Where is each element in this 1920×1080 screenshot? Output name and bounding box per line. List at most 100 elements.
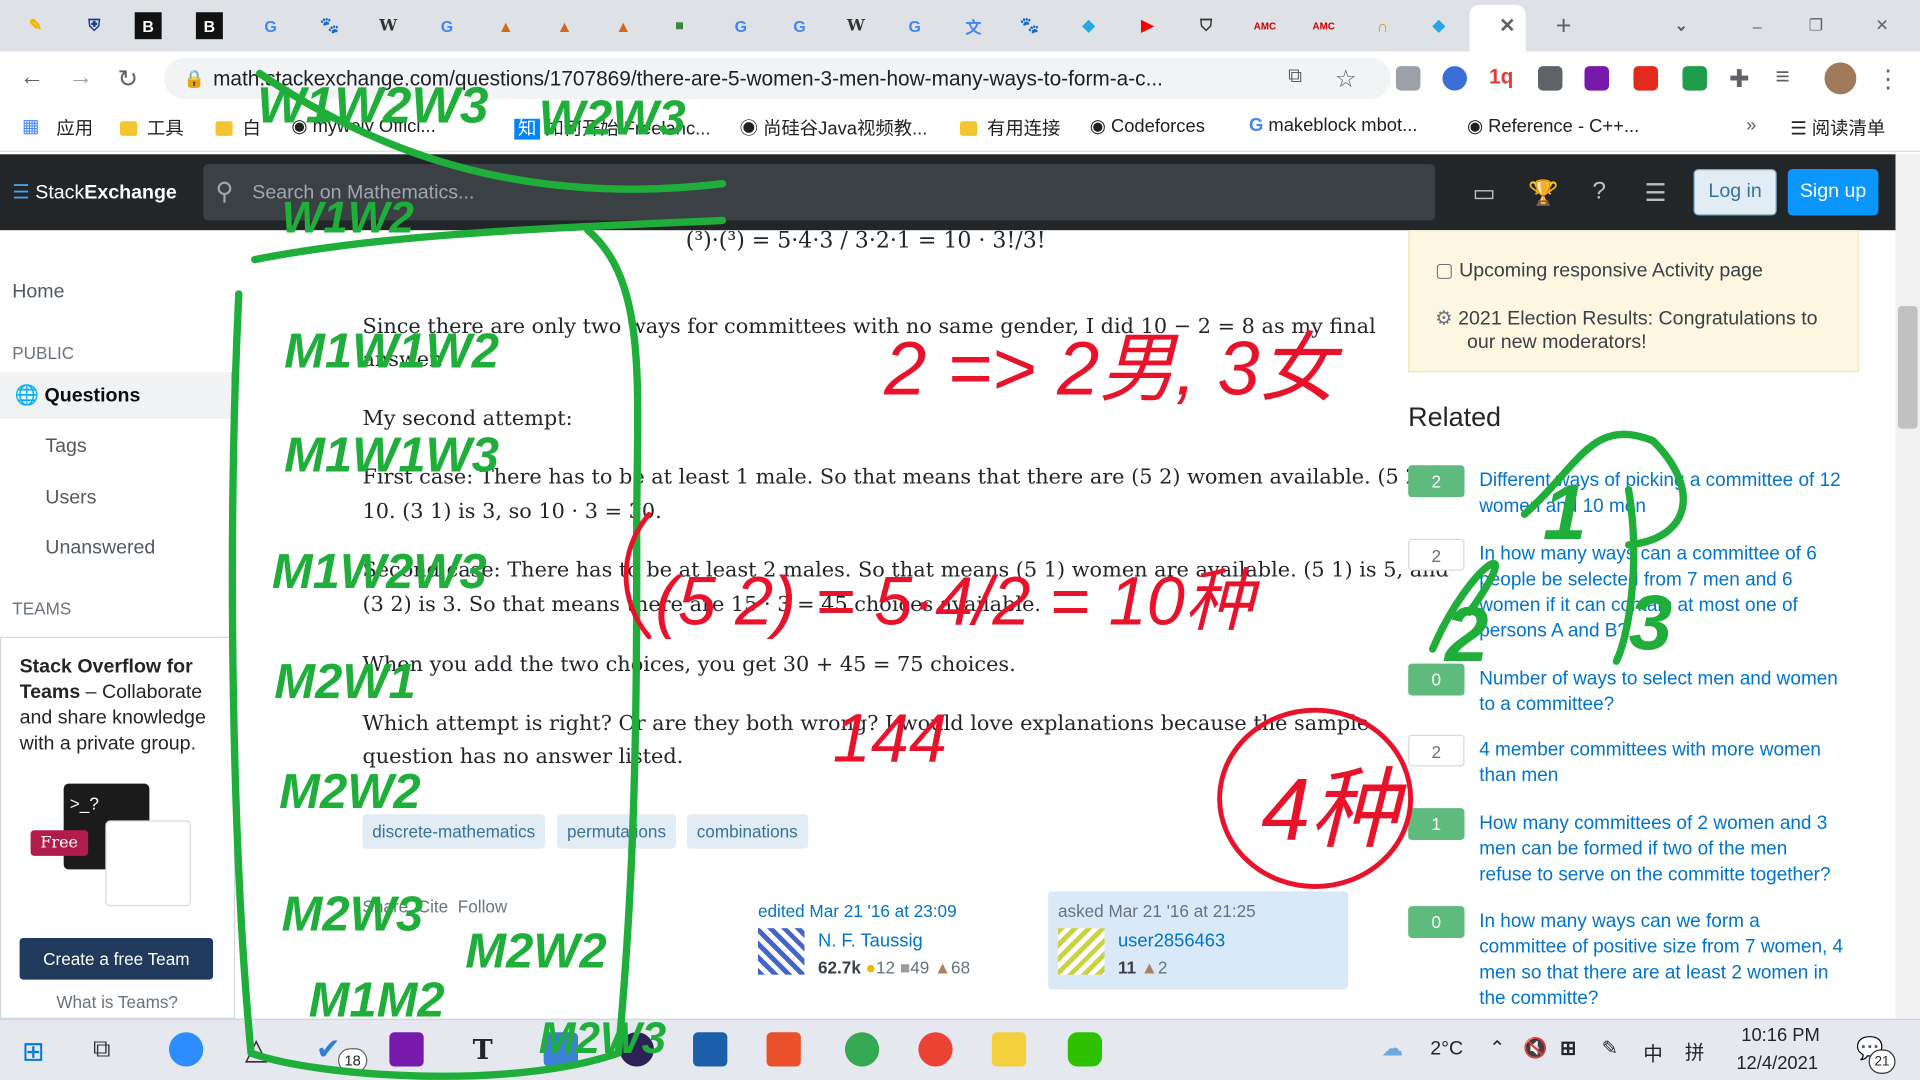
ext-pdf-icon[interactable] — [1633, 66, 1658, 91]
bookmark-java[interactable]: ◉ 尚硅谷Java视频教... — [740, 115, 928, 141]
ext-1q-icon[interactable]: 1q — [1489, 65, 1513, 89]
related-question-link[interactable]: refuse to serve on the committe together… — [1479, 862, 1861, 888]
editor-avatar[interactable] — [757, 928, 805, 975]
related-question-link[interactable]: women if it can contain at most one of — [1479, 593, 1861, 619]
notice-item-1[interactable]: ▢ Upcoming responsive Activity page — [1435, 258, 1763, 282]
unity-icon[interactable]: ◬ — [245, 1032, 268, 1068]
file-explorer-icon[interactable] — [543, 1032, 578, 1067]
related-question-link[interactable]: How many committees of 2 women and 3 — [1479, 811, 1861, 837]
related-question-link[interactable]: men can be formed if two of the men — [1479, 836, 1861, 862]
task-view-icon[interactable]: ⧉ — [93, 1036, 110, 1064]
editor-name[interactable]: N. F. Taussig — [818, 931, 923, 952]
related-question-link[interactable]: In how many ways can a committee of 6 — [1479, 541, 1861, 567]
bookmark-reference[interactable]: ◉ Reference - C++... — [1467, 115, 1639, 137]
reading-list[interactable]: ☰ 阅读清单 — [1790, 115, 1885, 141]
tab-shield-icon[interactable]: ⛨ — [76, 7, 113, 44]
tab-google-icon[interactable]: G — [252, 7, 289, 44]
extensions-icon[interactable]: ✚ — [1729, 64, 1750, 95]
tab-pencil-icon[interactable]: ✎ — [17, 7, 54, 44]
tab-youtube-icon[interactable]: ▶ — [1129, 7, 1166, 44]
bookmark-makeblock[interactable]: G makeblock mbot... — [1249, 115, 1417, 136]
zoom-icon[interactable] — [168, 1032, 204, 1067]
volume-icon[interactable]: 🔇 — [1523, 1036, 1547, 1060]
windows-start-icon[interactable]: ⊞ — [22, 1036, 45, 1068]
tab-amc-icon[interactable]: AMC — [1247, 7, 1284, 44]
bookmark-tools[interactable]: 工具 — [120, 115, 184, 141]
tab-search-dropdown-icon[interactable]: ⌄ — [1663, 7, 1700, 44]
url-text[interactable]: math.stackexchange.com/questions/1707869… — [213, 67, 1163, 91]
tab-aops3-icon[interactable]: ▲ — [605, 7, 642, 44]
tag-combinations[interactable]: combinations — [686, 814, 808, 849]
ext-square-icon[interactable] — [1537, 66, 1563, 91]
tab-translate-icon[interactable]: 文 — [955, 7, 992, 44]
achievements-icon[interactable]: 🏆 — [1528, 178, 1558, 207]
tab-wikipedia-icon[interactable]: W — [370, 7, 407, 44]
back-icon[interactable]: ← — [20, 64, 44, 92]
tab-aops2-icon[interactable]: ▲ — [546, 7, 583, 44]
ext-copy-icon[interactable] — [1395, 66, 1421, 91]
clock-date[interactable]: 12/4/2021 — [1736, 1053, 1818, 1074]
bookmark-apps[interactable]: 应用 — [56, 115, 93, 141]
tab-b-icon[interactable]: B — [134, 12, 162, 40]
related-question-link[interactable]: men so that there are at least 2 women i… — [1479, 960, 1861, 986]
page-scrollbar[interactable] — [1895, 154, 1920, 1019]
more-bookmarks-icon[interactable]: » — [1746, 115, 1756, 136]
wechat-icon[interactable] — [1067, 1032, 1103, 1067]
pen-icon[interactable]: ✎ — [1602, 1036, 1618, 1060]
ext-globe-icon[interactable] — [1442, 66, 1467, 91]
nav-tags[interactable]: Tags — [45, 436, 86, 458]
chrome-y-icon[interactable] — [844, 1032, 880, 1067]
related-question-link[interactable]: committee of positive size from 7 women,… — [1479, 934, 1861, 960]
bookmark-white[interactable]: 白 — [215, 115, 261, 141]
tab-arch-icon[interactable]: ∩ — [1364, 7, 1401, 44]
related-question-link[interactable]: 4 member committees with more women — [1479, 737, 1861, 763]
ime-mode-icon[interactable]: 拼 — [1685, 1036, 1705, 1065]
what-is-teams-link[interactable]: What is Teams? — [56, 992, 178, 1012]
typora-icon[interactable]: T — [473, 1035, 493, 1067]
tab-aops-icon[interactable]: ▲ — [487, 7, 524, 44]
share-link[interactable]: Share — [362, 896, 408, 916]
bookmark-office[interactable]: ◉ mywely Offici... — [291, 115, 435, 137]
create-team-button[interactable]: Create a free Team — [19, 937, 214, 980]
nav-unanswered[interactable]: Unanswered — [45, 538, 155, 560]
related-question-link[interactable]: persons A and B? — [1479, 618, 1861, 644]
ime-grid-icon[interactable]: ⊞ — [1560, 1036, 1576, 1060]
related-question-link[interactable]: people be selected from 7 men and 6 — [1479, 567, 1861, 593]
eclipse-icon[interactable] — [619, 1032, 654, 1067]
related-question-link[interactable]: Different ways of picking a committee of… — [1479, 468, 1861, 494]
nav-users[interactable]: Users — [45, 487, 96, 509]
new-tab-icon[interactable]: + — [1545, 7, 1582, 44]
related-question-link[interactable]: Number of ways to select men and women — [1479, 666, 1861, 692]
bookmark-star-icon[interactable]: ☆ — [1335, 64, 1357, 95]
edited-time-link[interactable]: edited Mar 21 '16 at 23:09 — [758, 901, 957, 921]
tab-cube-icon[interactable]: ◆ — [1070, 7, 1107, 44]
tab-google5-icon[interactable]: G — [896, 7, 933, 44]
tab-baidu2-icon[interactable]: 🐾 — [1011, 7, 1048, 44]
bookmark-codeforces[interactable]: ◉ Codeforces — [1090, 115, 1205, 137]
scrollbar-thumb[interactable] — [1897, 306, 1918, 429]
tab-google3-icon[interactable]: G — [722, 7, 759, 44]
tag-discrete-mathematics[interactable]: discrete-mathematics — [362, 814, 545, 849]
forward-icon[interactable]: → — [69, 64, 93, 92]
search-placeholder[interactable]: Search on Mathematics... — [252, 182, 474, 204]
notice-item-2[interactable]: ⚙ 2021 Election Results: Congratulations… — [1435, 306, 1817, 330]
pinyin-app-icon[interactable] — [991, 1032, 1027, 1067]
related-question-link[interactable]: to a committee? — [1479, 692, 1861, 718]
minimize-icon[interactable]: – — [1739, 7, 1776, 44]
follow-link[interactable]: Follow — [458, 896, 508, 916]
stackexchange-logo[interactable]: ☰ StackExchange — [12, 180, 177, 204]
tab-shield2-icon[interactable]: ⛉ — [1188, 7, 1225, 44]
tab-snowden-icon[interactable]: ▦ — [661, 7, 698, 44]
tab-cube2-icon[interactable]: ◆ — [1420, 7, 1457, 44]
related-question-link[interactable]: In how many ways can we form a — [1479, 909, 1861, 935]
window-close-icon[interactable]: ✕ — [1864, 7, 1901, 44]
tab-amc2-icon[interactable]: AMC — [1305, 7, 1342, 44]
cite-link[interactable]: Cite — [418, 896, 448, 916]
asker-avatar[interactable] — [1057, 928, 1105, 975]
tab-google4-icon[interactable]: G — [781, 7, 818, 44]
translate-page-icon[interactable]: ⧉ — [1288, 66, 1302, 88]
asker-name[interactable]: user2856463 — [1118, 931, 1225, 952]
bookmark-zhihu[interactable]: 知 如何开始 Freelanc... — [514, 115, 710, 141]
tray-chevron-icon[interactable]: ⌃ — [1489, 1036, 1505, 1060]
login-button[interactable]: Log in — [1693, 168, 1777, 216]
